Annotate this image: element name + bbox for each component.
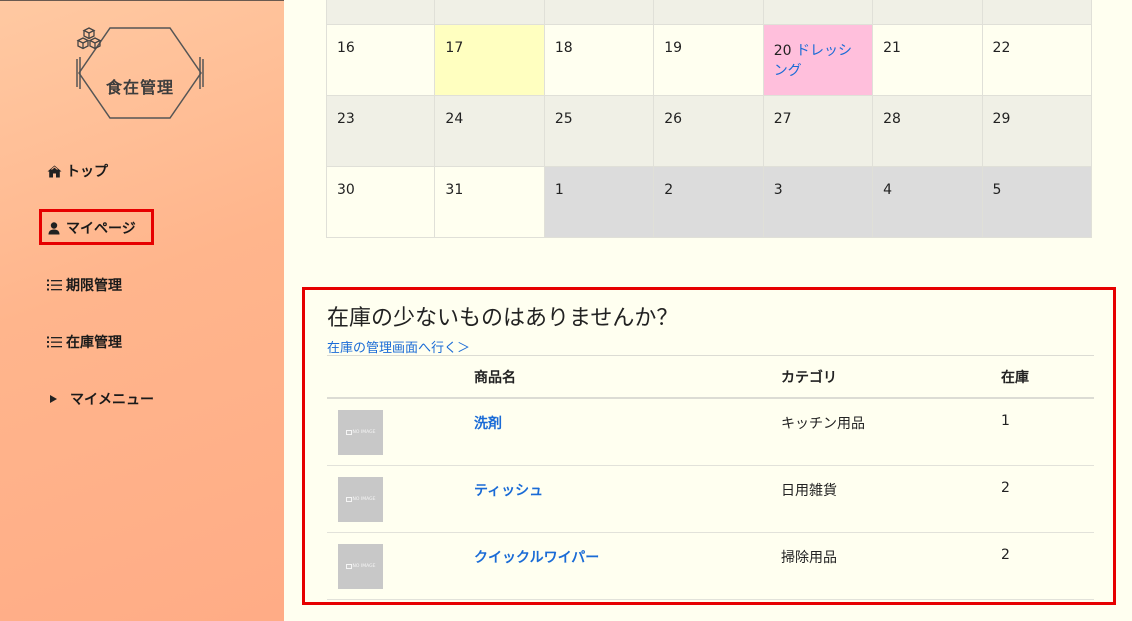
calendar-week-row: 30 31 1 2 3 4 5 [326,167,1092,238]
calendar: 16 17 18 19 20 ドレッシング 21 22 23 24 25 26 … [326,0,1092,238]
product-name-link[interactable]: クイックルワイパー [474,550,599,566]
no-image-thumbnail: NO IMAGE [338,544,383,589]
calendar-day-today[interactable]: 17 [435,25,545,96]
no-image-thumbnail: NO IMAGE [338,410,383,455]
calendar-day[interactable]: 31 [435,167,545,238]
no-image-thumbnail: NO IMAGE [338,477,383,522]
sidebar: 食在管理 トップ マイページ 期限管理 在庫管理 マイメニュー [0,0,284,621]
nav-item-expiry[interactable]: 期限管理 [46,272,122,298]
low-stock-table: 商品名 カテゴリ 在庫 NO IMAGE 洗剤 キッチン用品 1 NO IMAG… [327,355,1094,600]
calendar-day-event[interactable]: 20 ドレッシング [763,25,874,96]
nav-item-mymenu[interactable]: マイメニュー [46,386,154,412]
header-category: カテゴリ [781,369,837,386]
image-icon [345,430,352,435]
low-stock-section: 在庫の少ないものはありませんか？ 在庫の管理画面へ行く＞ 商品名 カテゴリ 在庫… [302,287,1116,605]
calendar-day[interactable]: 16 [326,25,436,96]
calendar-day-next-month[interactable]: 1 [544,167,655,238]
home-icon [46,164,62,178]
calendar-day[interactable]: 26 [654,96,764,167]
product-category: キッチン用品 [781,416,865,432]
nav-label: 在庫管理 [66,335,122,351]
logo-text: 食在管理 [105,78,174,97]
calendar-day[interactable] [873,0,983,25]
calendar-day[interactable]: 19 [654,25,764,96]
calendar-day[interactable] [544,0,655,25]
calendar-day[interactable] [435,0,545,25]
calendar-day-next-month[interactable]: 4 [873,167,983,238]
calendar-day[interactable]: 28 [873,96,983,167]
nav-highlight-box [39,209,154,245]
calendar-day-next-month[interactable]: 2 [654,167,764,238]
calendar-day[interactable] [763,0,874,25]
table-row: NO IMAGE 洗剤 キッチン用品 1 [327,399,1094,466]
nav-item-stock[interactable]: 在庫管理 [46,329,122,355]
table-row: NO IMAGE クイックルワイパー 掃除用品 2 [327,533,1094,600]
calendar-day[interactable]: 21 [873,25,983,96]
calendar-day-number: 20 [773,43,792,59]
calendar-day[interactable]: 23 [326,96,436,167]
boxes-icon [76,27,102,50]
product-name-link[interactable]: 洗剤 [474,416,502,432]
calendar-day[interactable]: 18 [544,25,655,96]
calendar-day[interactable] [654,0,764,25]
product-category: 掃除用品 [781,550,837,566]
product-qty: 1 [1001,413,1010,429]
calendar-week-row: 23 24 25 26 27 28 29 [326,96,1092,167]
triangle-right-icon [46,392,62,406]
product-name-link[interactable]: ティッシュ [474,483,543,499]
nav-label: マイメニュー [70,392,154,408]
nav-label: 期限管理 [66,278,122,294]
header-qty: 在庫 [1001,369,1029,386]
calendar-day[interactable]: 25 [544,96,655,167]
calendar-day[interactable]: 29 [982,96,1092,167]
table-row: NO IMAGE ティッシュ 日用雑貨 2 [327,466,1094,533]
calendar-day[interactable]: 24 [435,96,545,167]
calendar-day[interactable]: 30 [326,167,436,238]
list-icon [46,278,62,292]
header-name: 商品名 [474,369,516,386]
calendar-week-row: 16 17 18 19 20 ドレッシング 21 22 [326,25,1092,96]
list-icon [46,335,62,349]
image-icon [345,564,352,569]
calendar-day[interactable]: 27 [763,96,874,167]
calendar-day[interactable]: 22 [982,25,1092,96]
nav-label: トップ [66,164,108,180]
calendar-day-next-month[interactable]: 5 [982,167,1092,238]
nav-item-top[interactable]: トップ [46,158,108,184]
calendar-week-row [326,0,1092,25]
image-icon [345,497,352,502]
product-category: 日用雑貨 [781,483,837,499]
calendar-day[interactable] [326,0,436,25]
low-stock-title: 在庫の少ないものはありませんか？ [327,306,679,331]
table-header: 商品名 カテゴリ 在庫 [327,355,1094,399]
stock-management-link[interactable]: 在庫の管理画面へ行く＞ [327,337,470,356]
product-qty: 2 [1001,480,1010,496]
product-qty: 2 [1001,547,1010,563]
calendar-day-next-month[interactable]: 3 [763,167,874,238]
calendar-day[interactable] [982,0,1092,25]
logo[interactable]: 食在管理 [76,27,204,119]
